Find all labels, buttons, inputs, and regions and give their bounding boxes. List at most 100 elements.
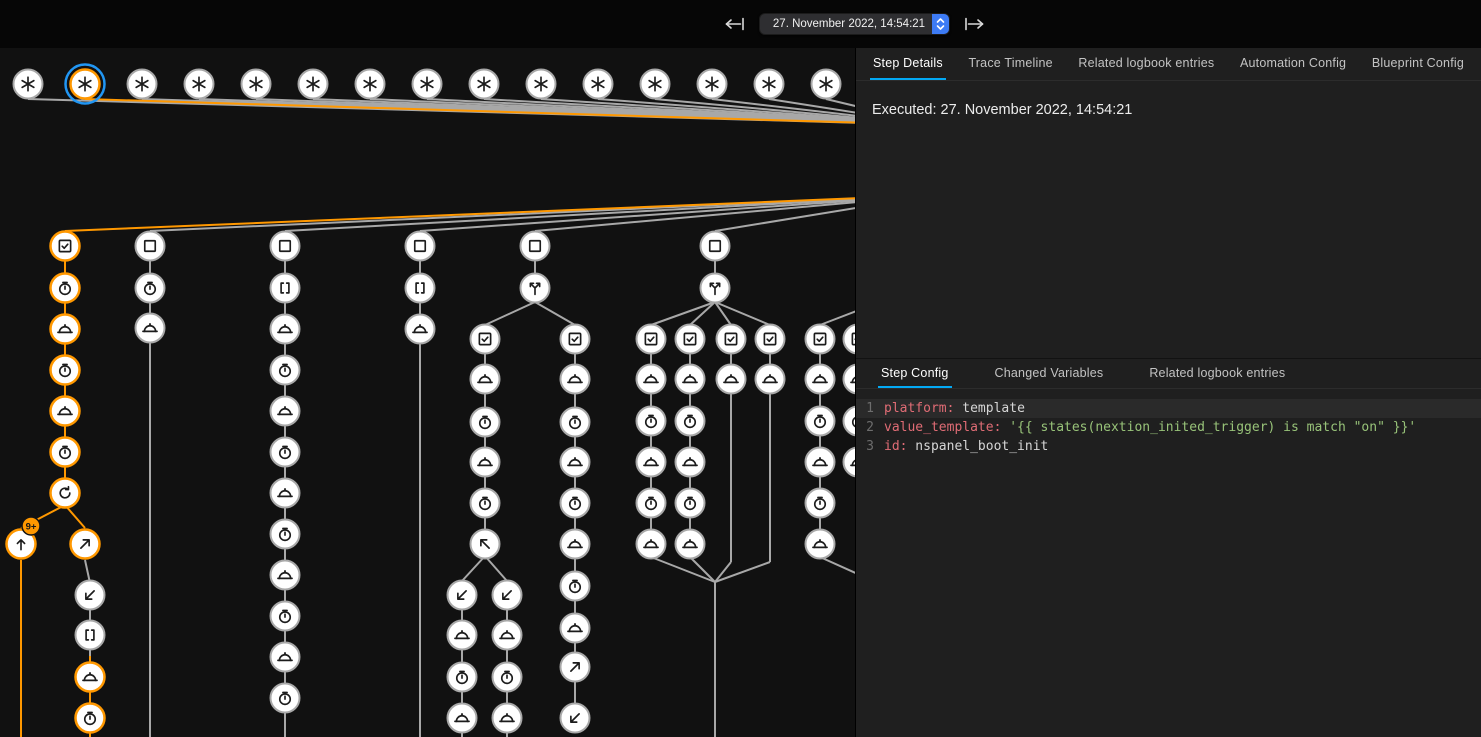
trace-node-timer[interactable] [676, 407, 705, 436]
trace-node-timer[interactable] [76, 704, 105, 733]
trace-node-dome[interactable] [271, 315, 300, 344]
trace-node-check-square[interactable] [676, 325, 705, 354]
trace-node-timer[interactable] [844, 407, 856, 436]
trace-node-brackets[interactable] [406, 274, 435, 303]
trace-node-dome[interactable] [136, 314, 165, 343]
trace-node-timer[interactable] [51, 438, 80, 467]
trace-node-square[interactable] [406, 232, 435, 261]
trace-node-asterisk[interactable] [14, 70, 43, 99]
trace-node-asterisk[interactable] [242, 70, 271, 99]
code-line[interactable]: 1platform: template [856, 399, 1481, 418]
trace-node-square[interactable] [136, 232, 165, 261]
trace-node-timer[interactable] [637, 489, 666, 518]
trace-run-selector[interactable]: 27. November 2022, 14:54:21 [759, 13, 950, 35]
trace-node-check-square[interactable] [51, 232, 80, 261]
code-editor[interactable]: 1platform: template2value_template: '{{ … [856, 389, 1481, 456]
trace-node-dome[interactable] [76, 663, 105, 692]
trace-node-timer[interactable] [136, 274, 165, 303]
trace-node-dome[interactable] [493, 704, 522, 733]
trace-node-timer[interactable] [493, 663, 522, 692]
trace-node-dome[interactable] [271, 561, 300, 590]
trace-node-timer[interactable] [637, 407, 666, 436]
trace-node-split[interactable] [521, 274, 550, 303]
tab-related-logbook-entries[interactable]: Related logbook entries [1075, 48, 1217, 80]
trace-node-asterisk[interactable] [755, 70, 784, 99]
trace-node-timer[interactable] [271, 520, 300, 549]
trace-node-asterisk[interactable] [812, 70, 841, 99]
tab-blueprint-config[interactable]: Blueprint Config [1369, 48, 1467, 80]
trace-node-dome[interactable] [806, 448, 835, 477]
trace-node-asterisk[interactable] [66, 65, 105, 104]
trace-node-timer[interactable] [448, 663, 477, 692]
trace-node-timer[interactable] [471, 489, 500, 518]
trace-node-repeat[interactable] [51, 479, 80, 508]
trace-node-dome[interactable] [448, 704, 477, 733]
trace-node-timer[interactable] [271, 602, 300, 631]
tab-trace-timeline[interactable]: Trace Timeline [965, 48, 1055, 80]
tab-changed-variables[interactable]: Changed Variables [992, 359, 1107, 388]
trace-node-dome[interactable] [271, 479, 300, 508]
trace-node-asterisk[interactable] [356, 70, 385, 99]
trace-node-arrow-ne[interactable] [561, 653, 590, 682]
trace-node-asterisk[interactable] [413, 70, 442, 99]
trace-node-arrow-ne[interactable] [71, 530, 100, 559]
trace-node-dome[interactable] [637, 365, 666, 394]
trace-node-timer[interactable] [271, 356, 300, 385]
tab-step-config[interactable]: Step Config [878, 359, 952, 388]
trace-node-arrow-sw[interactable] [76, 581, 105, 610]
trace-node-split[interactable] [701, 274, 730, 303]
trace-node-dome[interactable] [806, 365, 835, 394]
trace-node-asterisk[interactable] [698, 70, 727, 99]
trace-node-check-square[interactable] [806, 325, 835, 354]
trace-node-dome[interactable] [756, 365, 785, 394]
trace-node-check-square[interactable] [844, 325, 856, 354]
trace-node-dome[interactable] [806, 530, 835, 559]
trace-node-dome[interactable] [637, 448, 666, 477]
trace-node-arrow-sw[interactable] [493, 581, 522, 610]
trace-node-timer[interactable] [51, 356, 80, 385]
trace-node-dome[interactable] [561, 530, 590, 559]
tab-automation-config[interactable]: Automation Config [1237, 48, 1349, 80]
trace-node-arrow-nw[interactable] [471, 530, 500, 559]
trace-node-check-square[interactable] [471, 325, 500, 354]
trace-node-dome[interactable] [471, 448, 500, 477]
previous-trace-button[interactable] [724, 14, 746, 34]
trace-node-dome[interactable] [844, 448, 856, 477]
trace-node-timer[interactable] [561, 572, 590, 601]
trace-node-asterisk[interactable] [527, 70, 556, 99]
trace-node-timer[interactable] [271, 438, 300, 467]
tab-step-details[interactable]: Step Details [870, 48, 946, 80]
trace-node-brackets[interactable] [271, 274, 300, 303]
trace-node-dome[interactable] [676, 530, 705, 559]
trace-node-dome[interactable] [561, 614, 590, 643]
trace-node-check-square[interactable] [637, 325, 666, 354]
trace-node-asterisk[interactable] [128, 70, 157, 99]
trace-node-dome[interactable] [493, 621, 522, 650]
trace-node-check-square[interactable] [717, 325, 746, 354]
trace-node-dome[interactable] [561, 365, 590, 394]
trace-node-square[interactable] [521, 232, 550, 261]
code-line[interactable]: 2value_template: '{{ states(nextion_init… [856, 418, 1481, 437]
trace-node-arrow-sw[interactable] [448, 581, 477, 610]
trace-node-timer[interactable] [676, 489, 705, 518]
trace-node-asterisk[interactable] [470, 70, 499, 99]
trace-node-square[interactable] [701, 232, 730, 261]
trace-node-dome[interactable] [271, 397, 300, 426]
code-line[interactable]: 3id: nspanel_boot_init [856, 437, 1481, 456]
trace-node-dome[interactable] [51, 315, 80, 344]
trace-node-asterisk[interactable] [299, 70, 328, 99]
trace-node-check-square[interactable] [561, 325, 590, 354]
trace-node-timer[interactable] [806, 407, 835, 436]
trace-node-dome[interactable] [271, 643, 300, 672]
trace-node-timer[interactable] [51, 274, 80, 303]
trace-node-timer[interactable] [806, 489, 835, 518]
trace-node-asterisk[interactable] [584, 70, 613, 99]
trace-node-dome[interactable] [717, 365, 746, 394]
trace-node-asterisk[interactable] [641, 70, 670, 99]
trace-node-dome[interactable] [561, 448, 590, 477]
trace-node-dome[interactable] [471, 365, 500, 394]
trace-node-dome[interactable] [676, 365, 705, 394]
trace-node-dome[interactable] [406, 315, 435, 344]
trace-node-dome[interactable] [448, 621, 477, 650]
trace-node-dome[interactable] [844, 365, 856, 394]
